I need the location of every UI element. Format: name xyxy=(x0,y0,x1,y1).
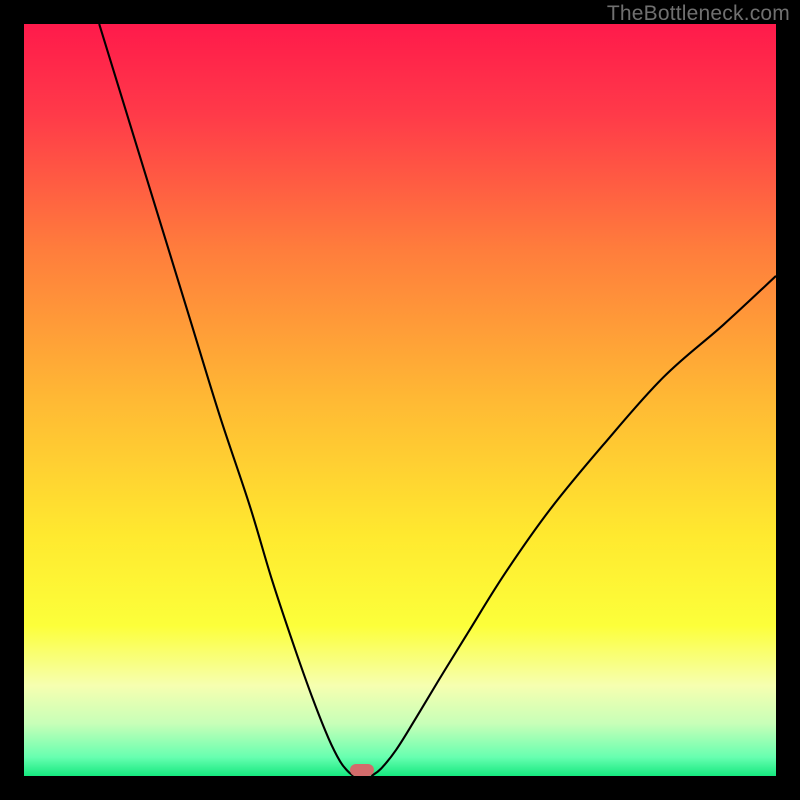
optimum-marker xyxy=(350,764,374,776)
curve-left-branch xyxy=(99,24,353,776)
bottleneck-curve xyxy=(24,24,776,776)
chart-frame: TheBottleneck.com xyxy=(0,0,800,800)
curve-right-branch xyxy=(371,276,776,776)
plot-area xyxy=(24,24,776,776)
watermark-text: TheBottleneck.com xyxy=(607,2,790,26)
